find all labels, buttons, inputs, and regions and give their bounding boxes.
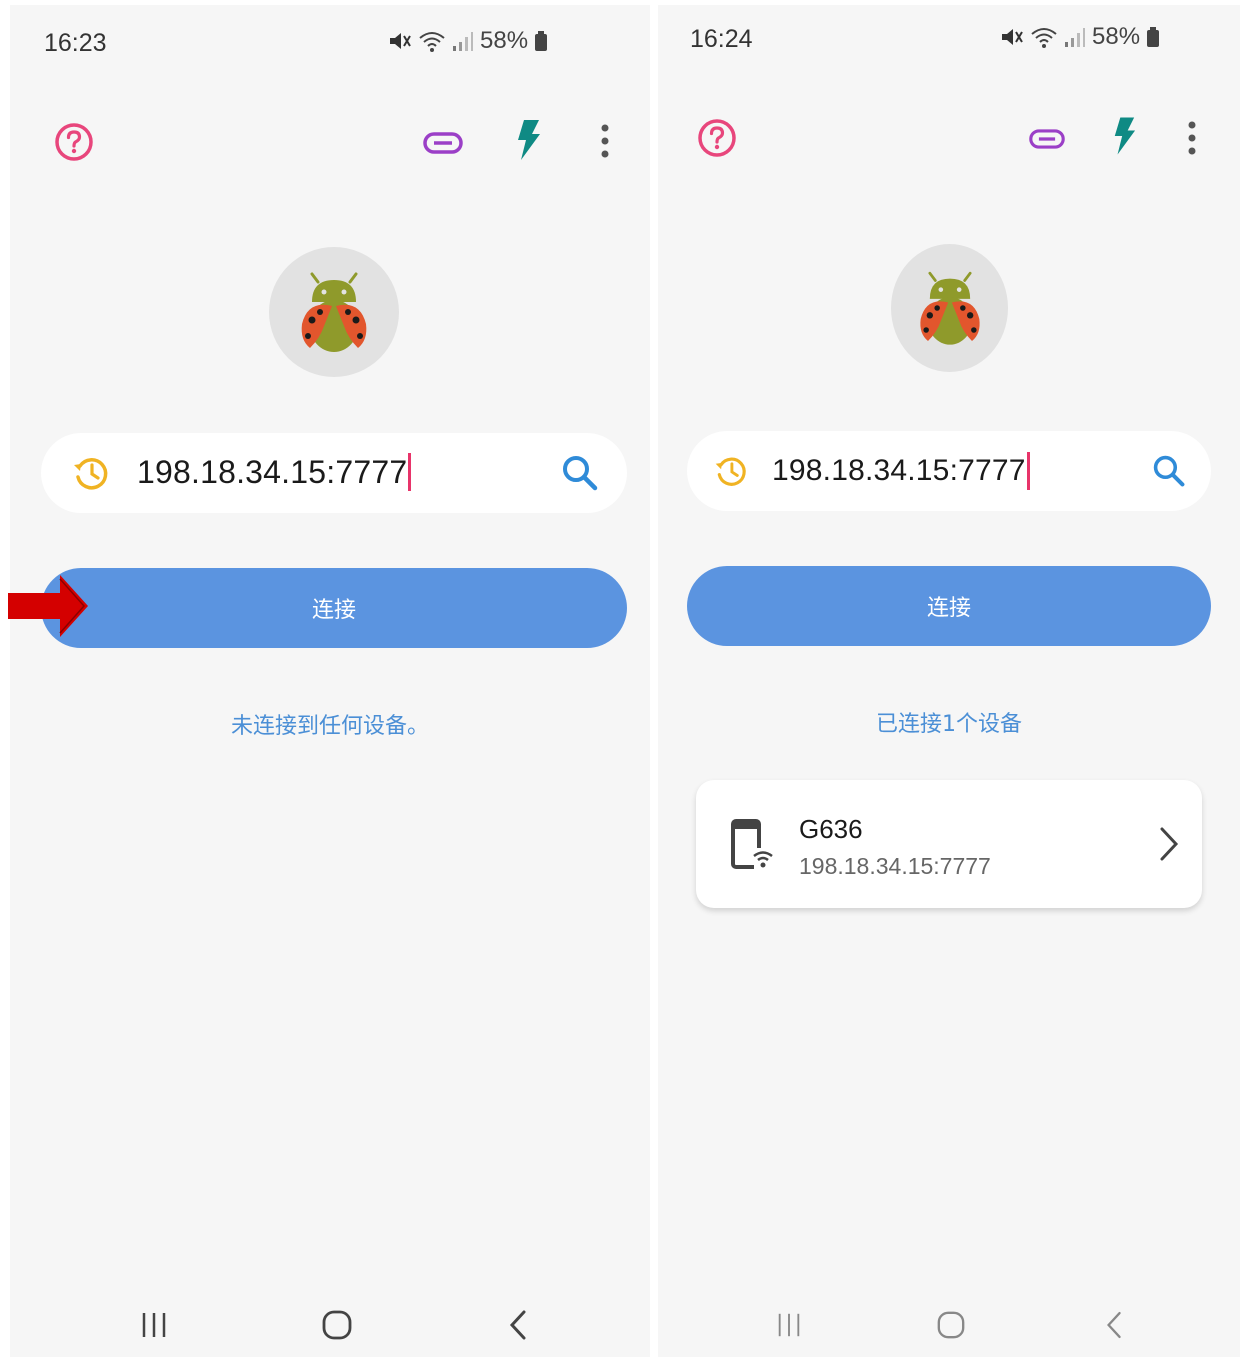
- status-icons: 58%: [388, 27, 548, 55]
- right-phone-screen: 16:24 58% 198.18.34.15:7777 连接 已连接1个设备 G…: [658, 5, 1240, 1357]
- connect-button[interactable]: 连接: [687, 566, 1211, 646]
- back-icon[interactable]: [1085, 1295, 1145, 1355]
- status-bar: 16:24 58%: [658, 5, 1240, 85]
- status-time: 16:23: [44, 29, 107, 57]
- system-navigation-bar: [658, 1295, 1240, 1355]
- lightning-bolt-icon[interactable]: [1107, 113, 1141, 159]
- address-input[interactable]: 198.18.34.15:7777: [772, 452, 1030, 490]
- app-logo: [269, 247, 399, 377]
- red-arrow-icon: [8, 575, 90, 641]
- address-search-box[interactable]: 198.18.34.15:7777: [41, 433, 627, 513]
- help-circle-icon[interactable]: [695, 116, 739, 160]
- recents-icon[interactable]: [759, 1295, 819, 1355]
- recents-icon[interactable]: [124, 1295, 184, 1355]
- device-list-item[interactable]: G636 198.18.34.15:7777: [696, 780, 1202, 908]
- address-search-box[interactable]: 198.18.34.15:7777: [687, 431, 1211, 511]
- system-navigation-bar: [10, 1295, 650, 1355]
- history-icon[interactable]: [713, 453, 749, 493]
- battery-percent: 58%: [1092, 23, 1141, 50]
- battery-percent: 58%: [480, 27, 529, 54]
- connection-status-text: 已连接1个设备: [876, 712, 1022, 737]
- mute-icon: [390, 33, 411, 49]
- left-phone-screen: 16:23 58% 198.18.34.15:7777 连接 未连接到任何设备。: [10, 5, 650, 1357]
- help-circle-icon[interactable]: [52, 120, 96, 164]
- battery-icon: [1147, 27, 1160, 47]
- history-icon[interactable]: [71, 453, 111, 497]
- text-caret: [408, 453, 412, 491]
- status-icons: 58%: [1000, 23, 1160, 51]
- search-icon[interactable]: [561, 454, 599, 496]
- lightning-bolt-icon[interactable]: [510, 117, 546, 163]
- link-icon[interactable]: [1025, 119, 1069, 159]
- text-caret: [1026, 452, 1030, 490]
- more-vertical-icon[interactable]: [1177, 118, 1207, 158]
- device-address: 198.18.34.15:7777: [799, 853, 991, 879]
- ladybug-android-icon: [301, 272, 367, 352]
- mute-icon: [1002, 29, 1023, 45]
- chevron-right-icon[interactable]: [1158, 826, 1180, 866]
- address-input-value: 198.18.34.15:7777: [772, 454, 1026, 487]
- status-bar: 16:23 58%: [10, 5, 650, 85]
- back-icon[interactable]: [489, 1295, 549, 1355]
- wifi-icon: [1031, 28, 1057, 48]
- battery-icon: [535, 31, 548, 51]
- signal-icon: [1065, 28, 1085, 47]
- address-input-value: 198.18.34.15:7777: [137, 453, 408, 490]
- search-icon[interactable]: [1152, 454, 1186, 492]
- app-logo: [891, 244, 1008, 372]
- ladybug-android-icon: [919, 271, 980, 345]
- wifi-icon: [419, 32, 445, 52]
- connect-button[interactable]: 连接: [41, 568, 627, 648]
- device-name: G636: [799, 814, 863, 844]
- home-icon[interactable]: [307, 1295, 367, 1355]
- address-input[interactable]: 198.18.34.15:7777: [137, 453, 412, 491]
- status-time: 16:24: [690, 25, 753, 53]
- link-icon[interactable]: [421, 123, 465, 163]
- connection-status-text: 未连接到任何设备。: [230, 714, 429, 739]
- phone-wifi-icon: [730, 818, 774, 876]
- signal-icon: [453, 32, 473, 51]
- home-icon[interactable]: [921, 1295, 981, 1355]
- more-vertical-icon[interactable]: [590, 121, 620, 161]
